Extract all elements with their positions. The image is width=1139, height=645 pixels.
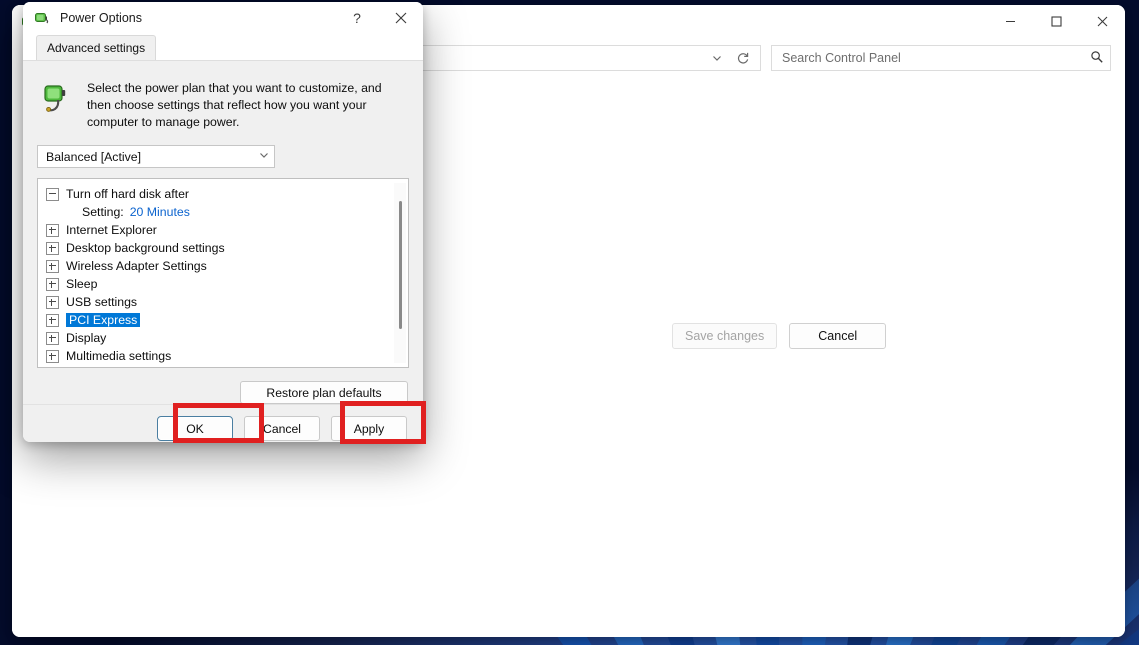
help-button[interactable]: ? [335,2,379,34]
tree-item-sleep[interactable]: Sleep [38,275,408,293]
dialog-info-text: Select the power plan that you want to c… [87,79,407,131]
expand-icon[interactable] [46,224,59,237]
tree-item-label: Display [66,331,106,345]
power-options-dialog: Power Options ? Advanced settings Select… [23,2,423,442]
tree-item-desktop-background-settings[interactable]: Desktop background settings [38,239,408,257]
dialog-cancel-button[interactable]: Cancel [244,416,320,441]
expand-icon[interactable] [46,242,59,255]
dialog-title-buttons: ? [335,2,423,34]
expand-icon[interactable] [46,296,59,309]
maximize-button[interactable] [1033,5,1079,38]
close-button[interactable] [1079,5,1125,38]
save-changes-button[interactable]: Save changes [672,323,777,349]
collapse-icon[interactable] [46,188,59,201]
chevron-down-icon[interactable] [704,46,730,70]
dialog-restore-row: Restore plan defaults [37,381,409,404]
tree-item-label: Setting: [82,205,124,219]
power-plan-combo[interactable]: Balanced [Active] [37,145,275,168]
tree-item-label: Internet Explorer [66,223,157,237]
expand-icon[interactable] [46,350,59,363]
tree-item-wireless-adapter-settings[interactable]: Wireless Adapter Settings [38,257,408,275]
tree-item-label: Wireless Adapter Settings [66,259,207,273]
dialog-titlebar: Power Options ? [23,2,423,34]
cancel-button[interactable]: Cancel [789,323,886,349]
tree-item-label: Multimedia settings [66,349,171,363]
tree-item-label: PCI Express [66,313,140,327]
search-icon[interactable] [1090,50,1104,67]
ok-button[interactable]: OK [157,416,233,441]
control-panel-window-buttons [987,5,1125,38]
tree-item-label: USB settings [66,295,137,309]
chevron-down-icon [258,149,270,164]
tree-item-value[interactable]: 20 Minutes [130,205,190,219]
advanced-settings-tree[interactable]: Turn off hard disk after Setting: 20 Min… [37,178,409,368]
dialog-tabstrip: Advanced settings [23,34,423,60]
search-input[interactable]: Search Control Panel [771,45,1111,71]
battery-power-icon [41,79,75,113]
tree-item-label: Sleep [66,277,97,291]
tree-item-display[interactable]: Display [38,329,408,347]
tab-advanced-settings[interactable]: Advanced settings [36,35,156,60]
dialog-footer: OK Cancel Apply [23,404,423,442]
expand-icon[interactable] [46,332,59,345]
dialog-close-button[interactable] [379,2,423,34]
expand-icon[interactable] [46,314,59,327]
dialog-title: Power Options [60,11,142,25]
expand-icon[interactable] [46,260,59,273]
restore-plan-defaults-button[interactable]: Restore plan defaults [240,381,408,404]
minimize-button[interactable] [987,5,1033,38]
refresh-icon[interactable] [730,46,756,70]
search-placeholder: Search Control Panel [782,51,1090,65]
power-plan-value: Balanced [Active] [46,150,258,164]
tree-item-setting[interactable]: Setting: 20 Minutes [38,203,408,221]
tree-scrollbar[interactable] [394,183,406,363]
power-options-icon [33,9,51,27]
dialog-body: Select the power plan that you want to c… [23,60,423,404]
dialog-info-block: Select the power plan that you want to c… [37,73,409,131]
tree-item-multimedia-settings[interactable]: Multimedia settings [38,347,408,365]
tree-item-pci-express[interactable]: PCI Express [38,311,408,329]
tree-scrollbar-thumb[interactable] [399,201,402,329]
expand-icon[interactable] [46,278,59,291]
tree-item-label: Desktop background settings [66,241,225,255]
apply-button[interactable]: Apply [331,416,407,441]
tree-item-turn-off-hard-disk-after[interactable]: Turn off hard disk after [38,185,408,203]
tree-item-internet-explorer[interactable]: Internet Explorer [38,221,408,239]
tree-item-usb-settings[interactable]: USB settings [38,293,408,311]
tree-item-label: Turn off hard disk after [66,187,189,201]
